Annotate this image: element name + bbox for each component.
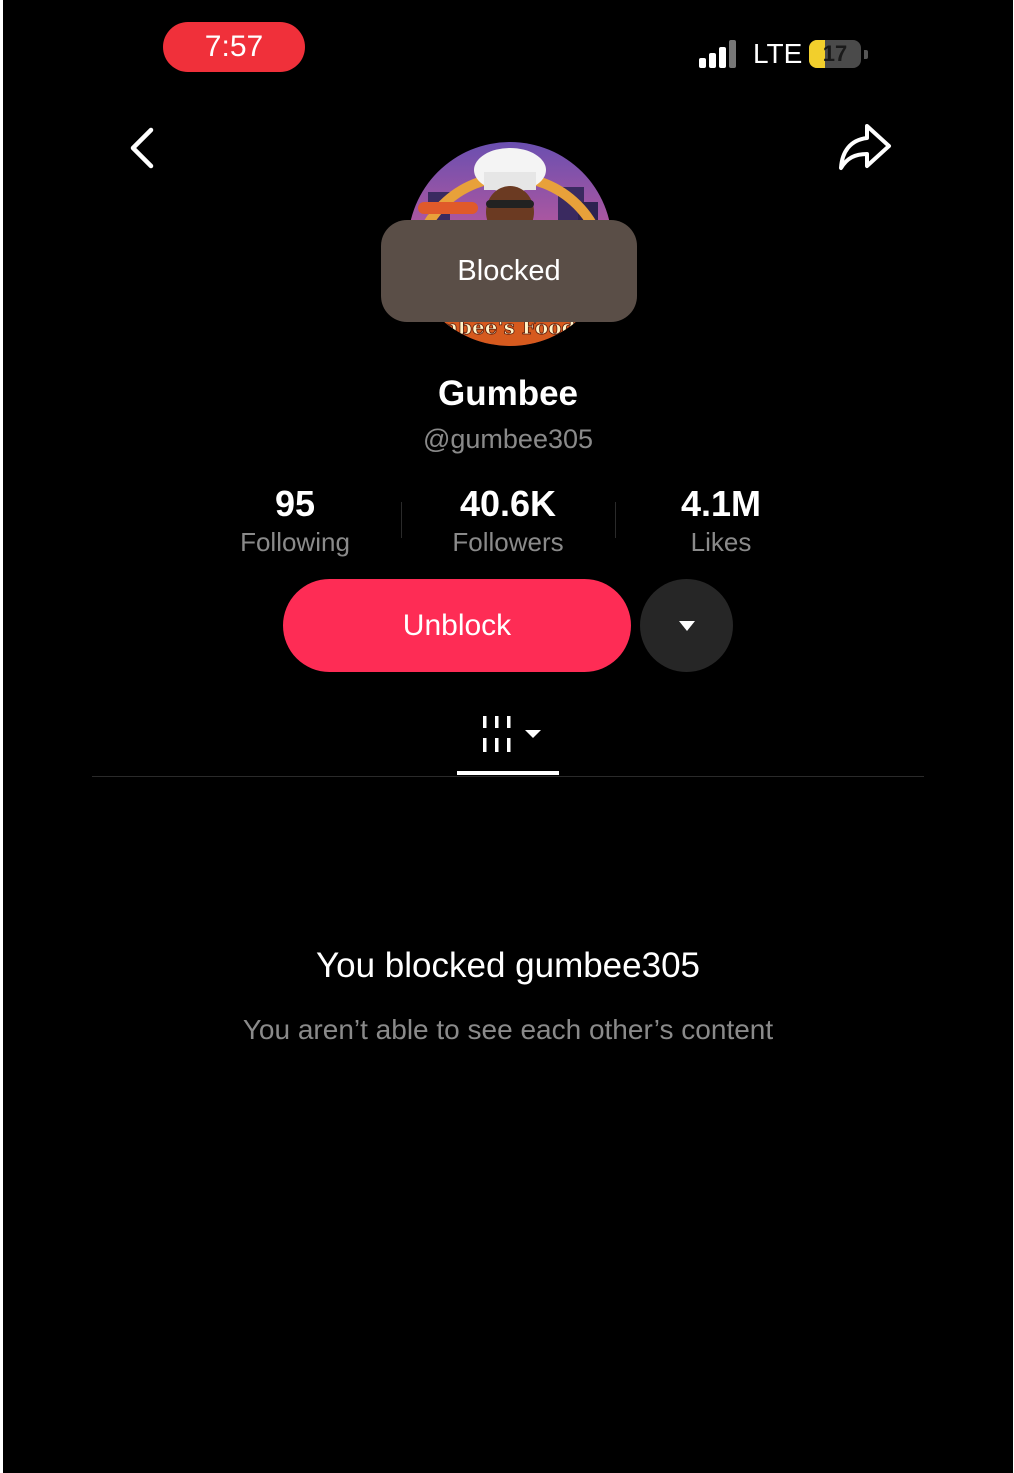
blocked-subtitle: You aren’t able to see each other’s cont… xyxy=(242,1014,774,1045)
stat-likes-label: Likes xyxy=(690,527,752,557)
more-options-button[interactable] xyxy=(640,579,733,672)
blocked-toast-label: Blocked xyxy=(457,254,561,287)
grid-filter-icon xyxy=(483,716,541,752)
caret-down-icon xyxy=(678,620,695,631)
stat-following[interactable]: 95 Following xyxy=(185,482,405,558)
back-button[interactable] xyxy=(123,124,163,172)
profile-name: Gumbee xyxy=(437,374,579,413)
tab-active-indicator xyxy=(457,771,559,775)
battery-cap xyxy=(864,50,868,59)
stat-followers-label: Followers xyxy=(452,527,564,557)
stat-likes[interactable]: 4.1M Likes xyxy=(611,482,831,558)
share-button[interactable] xyxy=(835,120,895,174)
stat-likes-value: 4.1M xyxy=(680,483,762,524)
status-time: 7:57 xyxy=(204,30,264,63)
profile-handle: @gumbee305 xyxy=(422,424,594,454)
share-arrow-icon xyxy=(839,124,891,170)
network-type: LTE xyxy=(753,38,803,69)
blocked-title: You blocked gumbee305 xyxy=(315,946,701,985)
status-time-pill: 7:57 xyxy=(163,22,305,72)
battery-level: 17 xyxy=(822,41,848,66)
tab-videos[interactable] xyxy=(477,714,543,756)
stat-following-value: 95 xyxy=(274,483,316,524)
blocked-toast: Blocked xyxy=(381,220,637,322)
stat-followers[interactable]: 40.6K Followers xyxy=(398,482,618,558)
signal-icon xyxy=(699,40,741,68)
stat-following-label: Following xyxy=(240,527,350,557)
stat-followers-value: 40.6K xyxy=(459,483,557,524)
unblock-button[interactable]: Unblock xyxy=(283,579,631,672)
profile-screen: 7:57 LTE 17 Gumbee's Food Ho Blocked Gum… xyxy=(3,0,1013,1473)
chevron-left-icon xyxy=(130,127,154,169)
battery-icon: 17 xyxy=(809,40,861,68)
tab-divider xyxy=(92,776,924,777)
